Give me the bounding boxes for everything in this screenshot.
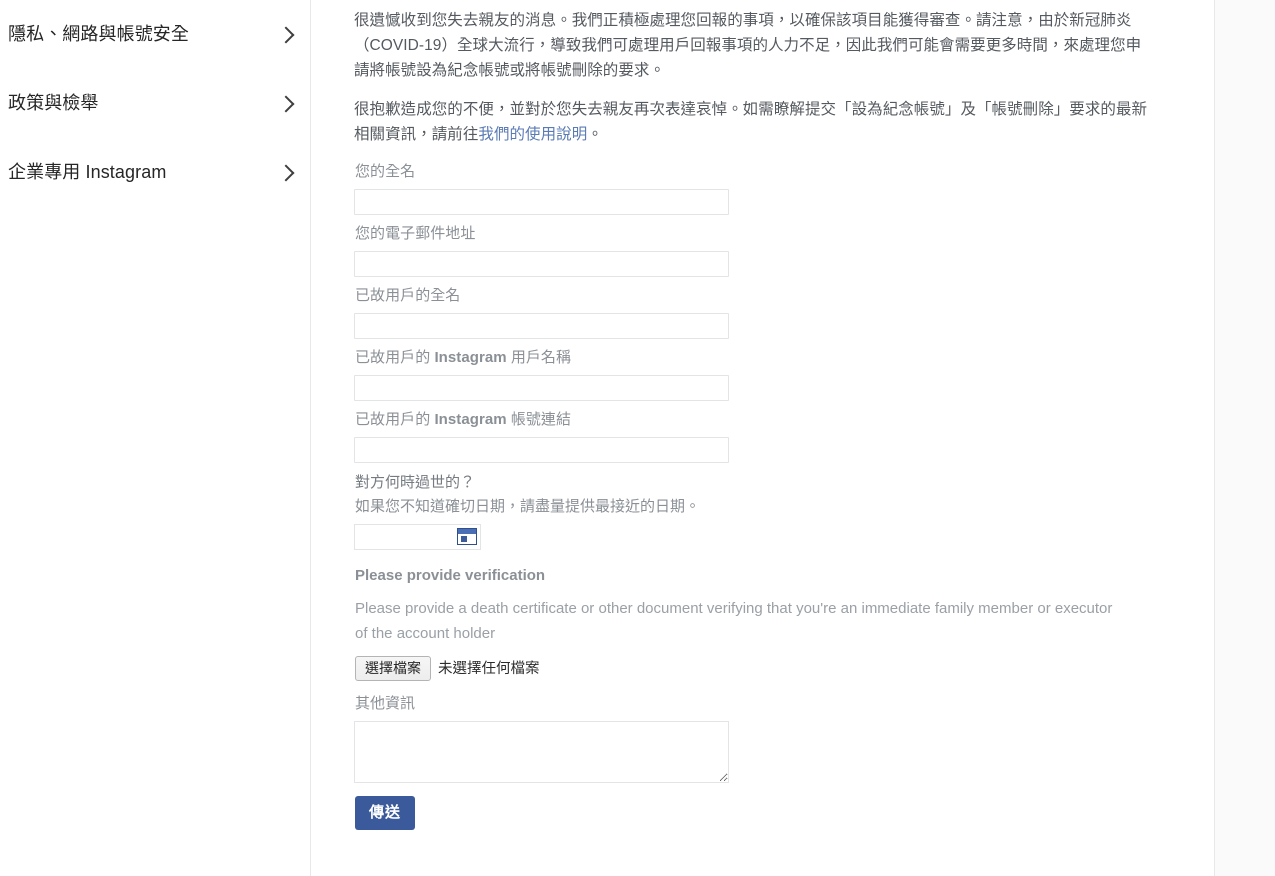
sidebar-item-privacy-security[interactable]: 隱私、網路與帳號安全 — [0, 0, 310, 69]
date-of-death-hint: 如果您不知道確切日期，請盡量提供最接近的日期。 — [355, 498, 701, 515]
file-upload-row: 選擇檔案 未選擇任何檔案 — [355, 656, 1214, 681]
deceased-username-input[interactable] — [354, 375, 729, 401]
date-of-death-input-wrapper[interactable] — [354, 524, 481, 550]
deceased-account-link-label-prefix: 已故用戶的 — [355, 411, 435, 428]
sidebar-item-instagram-for-business[interactable]: 企業專用 Instagram — [0, 138, 310, 207]
verification-description: Please provide a death certificate or ot… — [355, 600, 1113, 642]
choose-file-button[interactable]: 選擇檔案 — [355, 656, 431, 681]
field-verification: Please provide verification Please provi… — [354, 566, 1214, 681]
chevron-right-icon — [277, 95, 295, 112]
sidebar-nav-list: 隱私、網路與帳號安全 政策與檢舉 企業專用 Instagram — [0, 0, 310, 207]
chevron-right-icon — [277, 164, 295, 181]
deceased-full-name-input[interactable] — [354, 313, 729, 339]
your-full-name-input[interactable] — [354, 189, 729, 215]
field-deceased-full-name: 已故用戶的全名 — [354, 285, 1214, 339]
deceased-username-label-prefix: 已故用戶的 — [355, 349, 435, 366]
submit-button[interactable]: 傳送 — [355, 796, 416, 830]
sidebar-item-label: 隱私、網路與帳號安全 — [8, 23, 189, 44]
sidebar-item-label: 政策與檢舉 — [8, 92, 99, 113]
chevron-right-icon — [277, 26, 295, 43]
deceased-account-link-label-suffix: 帳號連結 — [506, 411, 572, 428]
intro-paragraph-2-text-after: 。 — [587, 126, 603, 143]
your-email-input[interactable] — [354, 251, 729, 277]
calendar-picker-icon[interactable] — [457, 528, 477, 545]
deceased-full-name-label: 已故用戶的全名 — [355, 287, 461, 304]
sidebar: 隱私、網路與帳號安全 政策與檢舉 企業專用 Instagram — [0, 0, 311, 876]
field-deceased-username: 已故用戶的 Instagram 用戶名稱 — [354, 347, 1214, 401]
field-deceased-account-link: 已故用戶的 Instagram 帳號連結 — [354, 409, 1214, 463]
field-additional-info: 其他資訊 — [354, 693, 1214, 783]
field-your-email: 您的電子郵件地址 — [354, 223, 1214, 277]
field-date-of-death: 對方何時過世的？ 如果您不知道確切日期，請盡量提供最接近的日期。 — [354, 472, 1214, 550]
deceased-username-label-brand: Instagram — [434, 349, 507, 366]
field-your-full-name: 您的全名 — [354, 161, 1214, 215]
main-content: 很遺憾收到您失去親友的消息。我們正積極處理您回報的事項，以確保該項目能獲得審查。… — [311, 0, 1214, 876]
intro-paragraph-1: 很遺憾收到您失去親友的消息。我們正積極處理您回報的事項，以確保該項目能獲得審查。… — [354, 12, 1142, 79]
file-selection-status: 未選擇任何檔案 — [438, 660, 540, 677]
your-full-name-label: 您的全名 — [355, 163, 416, 180]
sidebar-item-policies-reporting[interactable]: 政策與檢舉 — [0, 69, 310, 138]
help-center-link[interactable]: 我們的使用說明 — [478, 126, 587, 143]
page-root: 隱私、網路與帳號安全 政策與檢舉 企業專用 Instagram 很遺憾收到您失去… — [0, 0, 1275, 876]
additional-info-textarea[interactable] — [354, 721, 729, 783]
deceased-username-label: 已故用戶的 Instagram 用戶名稱 — [355, 347, 1214, 369]
content-wrapper: 很遺憾收到您失去親友的消息。我們正積極處理您回報的事項，以確保該項目能獲得審查。… — [311, 0, 1275, 876]
deceased-account-link-label-brand: Instagram — [434, 411, 507, 428]
date-of-death-label: 對方何時過世的？ — [355, 474, 476, 491]
deceased-username-label-suffix: 用戶名稱 — [506, 349, 572, 366]
date-of-death-input[interactable] — [355, 525, 450, 549]
additional-info-label: 其他資訊 — [355, 695, 416, 712]
deceased-account-link-input[interactable] — [354, 437, 729, 463]
verification-title: Please provide verification — [355, 567, 546, 584]
your-email-label: 您的電子郵件地址 — [355, 225, 476, 242]
intro-paragraph-2: 很抱歉造成您的不便，並對於您失去親友再次表達哀悼。如需瞭解提交「設為紀念帳號」及… — [354, 97, 1154, 147]
intro-paragraph-2-text-before: 很抱歉造成您的不便，並對於您失去親友再次表達哀悼。如需瞭解提交「設為紀念帳號」及… — [354, 101, 1148, 143]
right-rail — [1214, 0, 1275, 876]
deceased-account-link-label: 已故用戶的 Instagram 帳號連結 — [355, 409, 1214, 431]
sidebar-item-label: 企業專用 Instagram — [8, 161, 167, 182]
